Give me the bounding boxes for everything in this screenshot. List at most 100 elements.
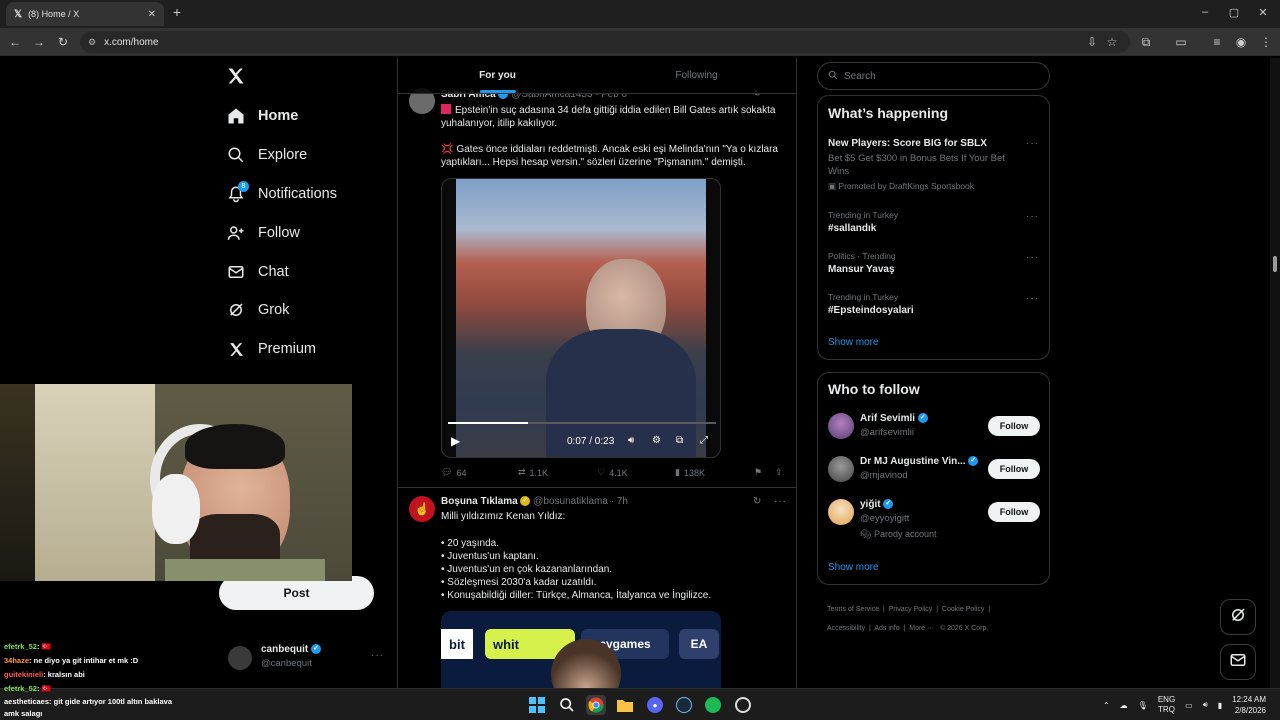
chevron-up-icon[interactable]: ⌃	[1103, 701, 1110, 710]
footer-link[interactable]: Cookie Policy	[942, 606, 984, 613]
footer-link[interactable]: Accessibility	[827, 625, 865, 632]
account-switcher[interactable]: canbequit ✓ @canbequit ···	[228, 642, 388, 674]
more-icon[interactable]: ···	[1026, 211, 1039, 222]
author-handle[interactable]: @bosunatiklama	[533, 496, 608, 507]
reading-list-icon[interactable]: ≡	[1209, 34, 1225, 50]
nav-item-follow[interactable]: Follow	[226, 219, 300, 247]
battery-icon[interactable]: ▮	[1218, 701, 1222, 710]
suggested-user[interactable]: Dr MJ Augustine Vin... ✓ @mjavinod Follo…	[828, 456, 1040, 486]
back-icon[interactable]: ←	[7, 34, 23, 50]
repost-button[interactable]: ⇄ 1.1K	[518, 467, 548, 478]
search-icon[interactable]	[557, 695, 577, 715]
nav-item-grok[interactable]: Grok	[226, 296, 289, 324]
pip-icon[interactable]: ⧉	[676, 435, 683, 446]
scrollbar-thumb[interactable]	[1273, 256, 1277, 272]
browser-tab[interactable]: 𝕏 (8) Home / X ✕	[6, 2, 164, 26]
share-icon[interactable]: ⇪	[775, 467, 783, 478]
trend-item[interactable]: Politics · Trending Mansur Yavaş	[828, 251, 896, 275]
volume-icon[interactable]: 🔊︎	[1203, 700, 1208, 710]
follow-button[interactable]: Follow	[988, 502, 1040, 522]
spotify-icon[interactable]	[703, 695, 723, 715]
nav-item-chat[interactable]: Chat	[226, 258, 289, 286]
show-more-link[interactable]: Show more	[828, 337, 879, 348]
settings-icon[interactable]: ⚙	[652, 435, 661, 446]
side-panel-icon[interactable]: ▭	[1173, 34, 1189, 50]
avatar	[828, 456, 854, 482]
page-scrollbar[interactable]	[1270, 58, 1280, 688]
reload-icon[interactable]: ↻	[55, 34, 71, 50]
new-tab-icon[interactable]: +	[170, 4, 184, 22]
views-icon: ▮	[675, 467, 680, 477]
footer-link[interactable]: Privacy Policy	[889, 606, 933, 613]
video-player[interactable]: ▶ 0:07 / 0:23 🔊︎ ⚙ ⧉ ⤢	[441, 178, 721, 458]
tweet[interactable]: ☝ Boşuna Tıklama ✓ @bosunatiklama · 7h ↻…	[398, 488, 796, 688]
video-progress-track[interactable]	[448, 422, 716, 424]
extensions-icon[interactable]: ⧉	[1138, 34, 1154, 50]
maximize-icon[interactable]: ▢	[1227, 6, 1241, 19]
promoted-trend[interactable]: New Players: Score BIG for SBLX Bet $5 G…	[828, 138, 1043, 192]
chrome-icon[interactable]	[586, 695, 606, 715]
author-name: Boşuna Tıklama	[441, 496, 518, 507]
play-icon[interactable]: ▶	[451, 434, 460, 448]
window-close-icon[interactable]: ✕	[1256, 6, 1270, 19]
profile-icon[interactable]: ◉	[1233, 34, 1249, 50]
tab-following[interactable]: Following	[597, 58, 796, 93]
follow-button[interactable]: Follow	[988, 416, 1040, 436]
nav-item-home[interactable]: Home	[226, 102, 298, 130]
follow-button[interactable]: Follow	[988, 459, 1040, 479]
volume-icon[interactable]: 🔊︎	[628, 435, 634, 446]
x-logo-icon[interactable]	[226, 66, 246, 86]
file-explorer-icon[interactable]	[615, 695, 635, 715]
forward-icon[interactable]: →	[31, 34, 47, 50]
nav-item-notifications[interactable]: 8 Notifications	[226, 180, 337, 208]
address-bar[interactable]: ⚙ x.com/home	[80, 31, 1130, 53]
messages-float-button[interactable]	[1220, 644, 1256, 680]
fullscreen-icon[interactable]: ⤢	[700, 435, 708, 446]
minimize-icon[interactable]: –	[1198, 6, 1212, 18]
clock[interactable]: 12:24 AM 2/8/2026	[1232, 694, 1266, 716]
cloud-icon[interactable]: ☁	[1120, 701, 1128, 710]
grok-float-button[interactable]	[1220, 599, 1256, 635]
network-icon[interactable]: ▭	[1185, 701, 1193, 710]
nav-item-premium[interactable]: Premium	[226, 335, 316, 363]
steam-icon[interactable]	[674, 695, 694, 715]
bookmark-star-icon[interactable]: ☆	[1104, 34, 1120, 50]
trend-item[interactable]: Trending in Turkey #Epsteindosyalari	[828, 292, 914, 316]
discord-icon[interactable]: ●	[645, 695, 665, 715]
grok-actions-icon[interactable]: ↻	[753, 496, 762, 507]
search-input[interactable]: Search	[817, 62, 1050, 90]
tweet-image[interactable]: bit whit cygames EA	[441, 611, 721, 688]
more-icon[interactable]: ···	[1026, 138, 1039, 149]
footer-link[interactable]: Terms of Service	[827, 606, 879, 613]
reply-button[interactable]: 💬︎ 64	[441, 467, 466, 478]
app-icon[interactable]	[733, 695, 753, 715]
start-icon[interactable]	[527, 695, 547, 715]
views-button[interactable]: ▮ 138K	[675, 467, 705, 478]
more-icon[interactable]: ···	[371, 650, 384, 661]
user-handle: @arifsevimlii	[860, 427, 914, 438]
install-app-icon[interactable]: ⇩	[1084, 34, 1100, 50]
chrome-menu-icon[interactable]: ⋮	[1258, 34, 1274, 50]
nav-label: Follow	[258, 225, 300, 241]
tweet[interactable]: Sabri Amca ✓ @SabriAmca1453 · Feb 6 ↻ ··…	[398, 80, 796, 488]
footer-link[interactable]: Ads info	[874, 625, 899, 632]
tab-for-you[interactable]: For you	[398, 58, 597, 93]
microphone-icon[interactable]: 🎙︎	[1138, 701, 1148, 710]
post-button[interactable]: Post	[219, 576, 374, 610]
bookmark-icon[interactable]: ⚑	[754, 467, 762, 478]
language-indicator[interactable]: ENG TRQ	[1158, 695, 1175, 715]
close-tab-icon[interactable]: ✕	[148, 9, 156, 20]
suggested-user[interactable]: Arif Sevimli ✓ @arifsevimlii Follow	[828, 413, 1040, 443]
suggested-user[interactable]: yiğit ✓ @eyyoyigitt 🎭︎ Parody account Fo…	[828, 499, 1040, 543]
site-info-icon[interactable]: ⚙	[88, 37, 96, 48]
like-button[interactable]: ♡ 4.1K	[597, 467, 628, 478]
show-more-link[interactable]: Show more	[828, 562, 879, 573]
trend-item[interactable]: Trending in Turkey #sallandık	[828, 210, 898, 234]
more-icon[interactable]: ···	[1026, 293, 1039, 304]
nav-item-explore[interactable]: Explore	[226, 141, 307, 169]
nav-label: Home	[258, 108, 299, 124]
more-icon[interactable]: ···	[1026, 252, 1039, 263]
footer-link[interactable]: More ···	[909, 625, 934, 632]
tweet-time[interactable]: · 7h	[611, 496, 628, 507]
more-icon[interactable]: ···	[774, 496, 787, 507]
